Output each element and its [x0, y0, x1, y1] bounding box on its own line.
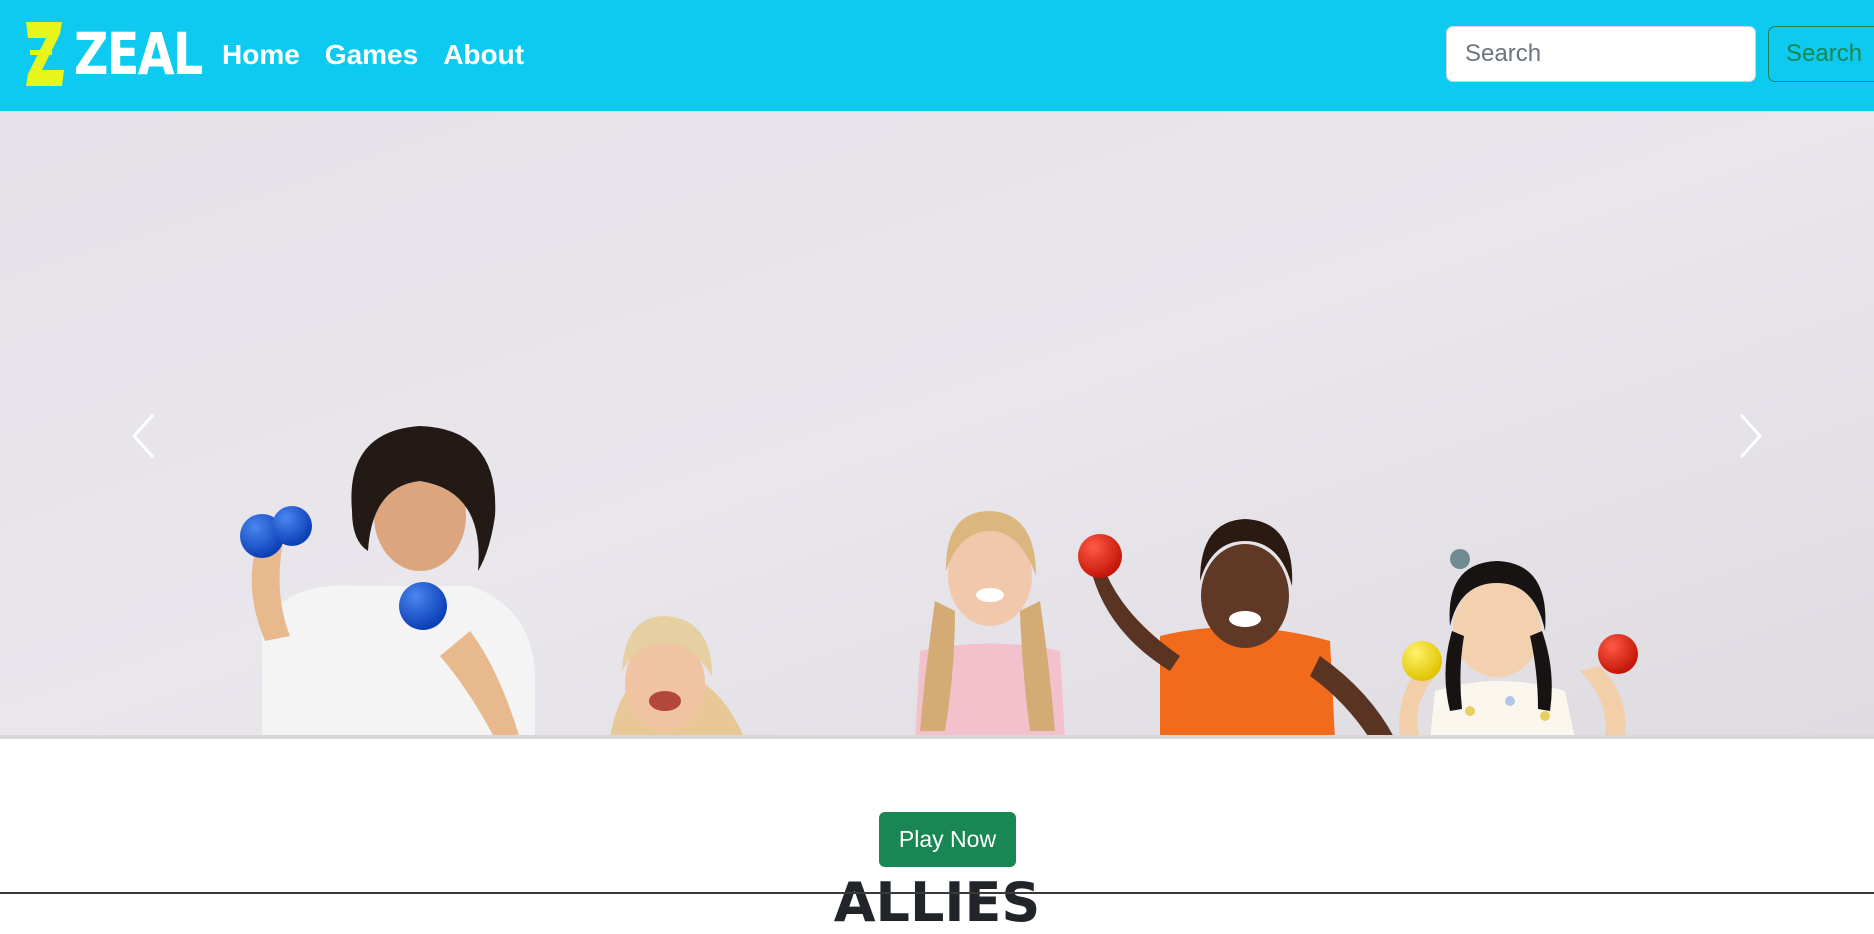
search-button[interactable]: Search [1768, 26, 1874, 82]
hero-carousel [0, 111, 1874, 739]
hero-image [0, 111, 1874, 739]
brand-name: ZEAL [74, 20, 203, 88]
nav-item-games[interactable]: Games [325, 35, 418, 75]
z-logo-icon [26, 22, 64, 86]
search-input[interactable] [1446, 26, 1756, 82]
brand-logo[interactable]: ZEAL [24, 20, 230, 88]
carousel-next-button[interactable] [1712, 391, 1792, 481]
chevron-left-icon [132, 414, 154, 458]
carousel-prev-button[interactable] [102, 391, 182, 481]
chevron-right-icon [1740, 414, 1762, 458]
section-heading: ALLIES [833, 871, 1041, 934]
nav-item-about[interactable]: About [443, 35, 524, 75]
nav-item-home[interactable]: Home [222, 35, 300, 75]
navbar: ZEAL Home Games About Search [0, 0, 1874, 111]
play-now-button[interactable]: Play Now [879, 812, 1016, 867]
nav-links: Home Games About [222, 35, 524, 75]
